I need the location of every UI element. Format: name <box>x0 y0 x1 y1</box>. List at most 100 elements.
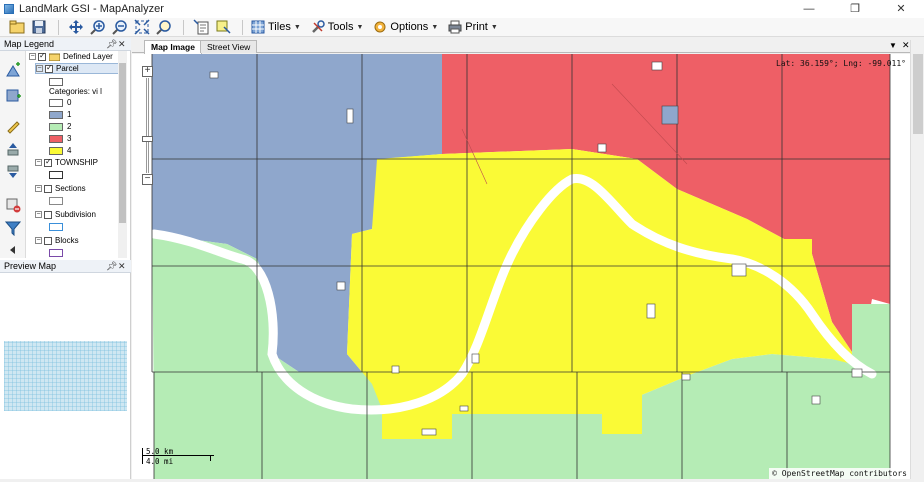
app-icon <box>4 4 14 14</box>
move-down-icon[interactable] <box>4 163 22 181</box>
collapse-icon[interactable]: − <box>36 65 43 72</box>
collapse-icon[interactable]: − <box>29 53 36 60</box>
swatch <box>49 170 63 179</box>
close-icon[interactable]: ✕ <box>118 38 126 51</box>
tab-map-image[interactable]: Map Image <box>144 40 202 54</box>
zoom-slider-track[interactable] <box>146 78 149 173</box>
checkbox[interactable] <box>44 157 52 167</box>
tiles-label: Tiles <box>268 21 291 33</box>
zoom-control[interactable]: + − <box>142 66 154 186</box>
swatch <box>49 222 63 231</box>
legend-category-4: 4 <box>49 145 71 156</box>
legend-categories: Categories: vi l <box>49 86 102 97</box>
legend-sections[interactable]: − Sections <box>35 183 86 194</box>
zoom-slider-thumb[interactable] <box>142 136 153 142</box>
map-scrollbar[interactable] <box>910 40 924 479</box>
layer-label: Subdivision <box>55 210 96 219</box>
zoom-out-icon[interactable] <box>111 19 129 36</box>
scroll-arrow-icon[interactable] <box>4 241 22 259</box>
pin-icon[interactable]: 📌︎ <box>106 260 117 273</box>
add-data-icon[interactable] <box>4 86 22 104</box>
preview-map-header: Preview Map 📌︎ ✕ <box>0 260 131 273</box>
filter-icon[interactable] <box>4 219 22 237</box>
map-tabs: Map Image Street View ▼ ✕ <box>132 38 924 54</box>
options-menu[interactable]: Options ▼ <box>373 19 438 36</box>
options-label: Options <box>390 21 429 33</box>
legend-blocks[interactable]: − Blocks <box>35 235 79 246</box>
collapse-icon[interactable]: − <box>35 237 42 244</box>
category-value: 2 <box>67 122 72 131</box>
tools-icon <box>311 20 325 33</box>
legend-category-1: 1 <box>49 109 71 120</box>
tools-menu[interactable]: Tools ▼ <box>311 19 363 36</box>
checkbox[interactable] <box>45 63 53 73</box>
legend-tools <box>0 51 26 258</box>
collapse-icon[interactable]: − <box>35 159 42 166</box>
save-icon[interactable] <box>30 19 48 36</box>
collapse-icon[interactable]: − <box>35 185 42 192</box>
map-view[interactable]: Lat: 36.159°; Lng: -99.011° + − 5.0 km 4… <box>132 54 910 479</box>
legend-township[interactable]: − TOWNSHIP <box>35 157 98 168</box>
zoom-in-icon[interactable] <box>89 19 107 36</box>
zoom-window-icon[interactable] <box>155 19 173 36</box>
swatch <box>49 98 63 107</box>
edit-pencil-icon[interactable] <box>4 117 22 135</box>
map-legend-title: Map Legend <box>4 39 55 49</box>
zoom-in-button[interactable]: + <box>142 66 153 77</box>
close-icon[interactable]: ✕ <box>902 40 910 51</box>
preview-map[interactable] <box>0 274 130 479</box>
add-layer-icon[interactable] <box>4 61 22 79</box>
collapse-icon[interactable]: − <box>35 211 42 218</box>
print-menu[interactable]: Print ▼ <box>448 19 498 36</box>
category-value: 1 <box>67 110 72 119</box>
swatch <box>49 110 63 119</box>
open-folder-icon[interactable] <box>8 19 26 36</box>
select-icon[interactable] <box>214 19 232 36</box>
coordinate-readout: Lat: 36.159°; Lng: -99.011° <box>775 59 906 68</box>
legend-defined-layer[interactable]: − Defined Layer <box>29 51 113 62</box>
legend-parcel[interactable]: − Parcel <box>35 63 118 74</box>
legend-subdivision[interactable]: − Subdivision <box>35 209 96 220</box>
tiles-menu[interactable]: Tiles ▼ <box>251 19 301 36</box>
tab-street-view[interactable]: Street View <box>200 40 258 53</box>
checkbox[interactable] <box>44 184 52 193</box>
map-canvas <box>132 54 910 479</box>
tab-menu-icon[interactable]: ▼ <box>889 41 897 50</box>
print-label: Print <box>465 21 488 33</box>
close-icon[interactable]: ✕ <box>878 0 924 18</box>
category-value: 3 <box>67 134 72 143</box>
layer-label: Sections <box>55 184 86 193</box>
swatch <box>49 122 63 131</box>
map-legend-header: Map Legend 📌︎ ✕ <box>0 38 131 51</box>
legend-category-2: 2 <box>49 121 71 132</box>
legend-blocks-swatch <box>49 247 67 258</box>
layer-label: Blocks <box>55 236 79 245</box>
gear-icon <box>374 21 386 33</box>
remove-layer-icon[interactable] <box>4 196 22 214</box>
close-icon[interactable]: ✕ <box>118 260 126 273</box>
legend-tree: − Defined Layer − Parcel Categories: vi … <box>27 51 118 258</box>
identify-icon[interactable] <box>192 19 210 36</box>
legend-subdivision-swatch <box>49 221 67 232</box>
printer-icon <box>448 20 462 34</box>
maximize-icon[interactable]: ❐ <box>832 0 878 18</box>
checkbox[interactable] <box>44 236 52 245</box>
swatch <box>49 196 63 205</box>
zoom-extent-icon[interactable] <box>133 19 151 36</box>
main-toolbar: Tiles ▼ Tools ▼ Options ▼ Print ▼ <box>0 18 924 37</box>
minimize-icon[interactable]: — <box>786 0 832 18</box>
move-up-icon[interactable] <box>4 140 22 158</box>
folder-icon <box>49 53 60 61</box>
pin-icon[interactable]: 📌︎ <box>106 38 117 51</box>
zoom-out-button[interactable]: − <box>142 174 153 185</box>
layer-label: TOWNSHIP <box>55 158 98 167</box>
category-value: 4 <box>67 146 72 155</box>
checkbox[interactable] <box>44 210 52 219</box>
scale-bar: 5.0 km 4.0 mi <box>140 447 214 466</box>
legend-scrollbar[interactable] <box>118 51 127 258</box>
checkbox[interactable] <box>38 51 46 61</box>
pan-icon[interactable] <box>67 19 85 36</box>
layer-label: Defined Layer <box>63 52 113 61</box>
window-title: LandMark GSI - MapAnalyzer <box>19 3 164 15</box>
tiles-icon <box>251 20 265 34</box>
